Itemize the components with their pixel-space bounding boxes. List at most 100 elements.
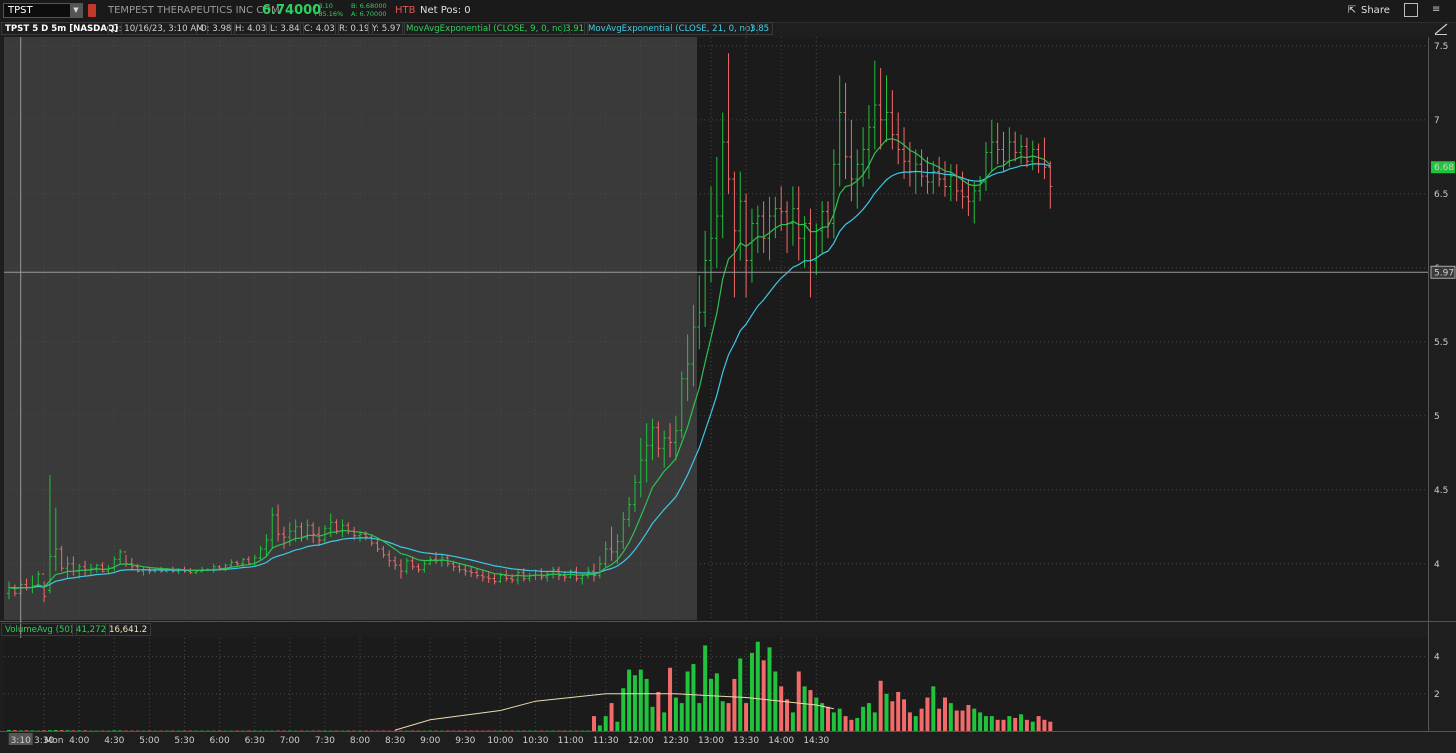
time-tick-label: 12:30 xyxy=(663,736,689,746)
volume-bar xyxy=(656,691,661,731)
time-tick-label: 13:00 xyxy=(698,736,724,746)
volume-bar xyxy=(796,671,801,731)
time-tick-label: 6:30 xyxy=(245,736,265,746)
volume-bar xyxy=(767,647,772,731)
volume-pane[interactable]: 24 xyxy=(4,638,1440,732)
volume-bar xyxy=(597,725,602,731)
volume-bar xyxy=(12,730,17,731)
volume-bar xyxy=(890,701,895,731)
volume-bar xyxy=(761,660,766,731)
volume-bar xyxy=(878,680,883,731)
crosshair-price-text: 5.97 xyxy=(1434,268,1454,278)
volume-bar xyxy=(785,699,790,731)
last-price-text: 6.68 xyxy=(1434,163,1454,173)
volume-bar xyxy=(1024,719,1029,731)
volume-bar xyxy=(703,645,708,731)
volume-bar xyxy=(948,703,953,731)
volume-bar xyxy=(790,712,795,731)
time-tick-label: 9:00 xyxy=(420,736,440,746)
time-tick-label: 7:30 xyxy=(315,736,335,746)
volume-bar xyxy=(714,673,719,731)
volume-bar xyxy=(720,701,725,731)
price-tick-label: 4 xyxy=(1434,560,1440,570)
volume-bar xyxy=(989,716,994,731)
price-tick-label: 7 xyxy=(1434,116,1440,126)
volume-bar xyxy=(855,717,860,731)
volume-bar xyxy=(118,730,123,731)
time-tick-label: 12:00 xyxy=(628,736,654,746)
volume-bar xyxy=(978,712,983,731)
volume-bar xyxy=(779,686,784,731)
volume-bar xyxy=(983,716,988,731)
volume-bar xyxy=(638,669,643,731)
time-tick-label: 6:00 xyxy=(209,736,229,746)
volume-bar xyxy=(621,688,626,731)
time-tick-label: 11:00 xyxy=(558,736,584,746)
volume-bar xyxy=(7,730,11,731)
time-tick-label: 8:00 xyxy=(350,736,370,746)
time-tick-label: 14:00 xyxy=(768,736,794,746)
time-tick-label: 7:00 xyxy=(280,736,300,746)
time-tick-label: 5:00 xyxy=(139,736,159,746)
volume-bar xyxy=(995,719,1000,731)
volume-bar xyxy=(831,712,836,731)
volume-bar xyxy=(972,708,977,731)
volume-bar xyxy=(755,641,760,731)
price-tick-label: 4.5 xyxy=(1434,486,1448,496)
volume-bar xyxy=(632,675,637,731)
time-tick-label: 5:30 xyxy=(174,736,194,746)
volume-bar xyxy=(872,712,877,731)
price-tick-label: 5.5 xyxy=(1434,338,1448,348)
volume-bar xyxy=(53,730,58,731)
volume-bar xyxy=(112,730,117,731)
volume-bar xyxy=(966,704,971,731)
volume-bar xyxy=(1019,714,1024,731)
volume-bar xyxy=(615,721,620,731)
volume-bar xyxy=(1030,721,1035,731)
volume-bar xyxy=(960,710,965,731)
premarket-shading xyxy=(4,37,697,620)
volume-bar xyxy=(650,706,655,731)
volume-bar xyxy=(691,664,696,731)
volume-bar xyxy=(47,730,52,731)
volume-bar xyxy=(1007,716,1012,731)
volume-bar xyxy=(826,706,830,731)
volume-bar xyxy=(808,690,813,731)
volume-bar xyxy=(71,730,76,731)
chart-canvas[interactable]: 44.555.566.577.55.976.68 24 3:304:004:30… xyxy=(0,0,1456,753)
volume-bar xyxy=(609,703,614,731)
volume-bar xyxy=(814,697,819,731)
volume-bar xyxy=(59,730,64,731)
volume-bar xyxy=(954,710,959,731)
time-tick-label: 11:30 xyxy=(593,736,619,746)
volume-bar xyxy=(744,703,749,731)
volume-bar xyxy=(931,686,936,731)
volume-bar xyxy=(837,708,842,731)
volume-study-label[interactable]: VolumeAvg (50) xyxy=(1,623,78,636)
volume-tick-label: 4 xyxy=(1434,653,1440,663)
volume-bar xyxy=(592,716,596,731)
time-tick-label: 4:00 xyxy=(69,736,89,746)
volume-bar xyxy=(83,730,88,731)
time-tick-label: 8:30 xyxy=(385,736,405,746)
volume-bar xyxy=(884,693,889,731)
volume-bar xyxy=(18,730,23,731)
volume-bar xyxy=(913,716,918,731)
volume-bar xyxy=(30,730,35,731)
volume-avg-value: 16,641.2 xyxy=(105,623,152,636)
volume-bar xyxy=(843,716,848,731)
volume-bar xyxy=(668,667,673,731)
volume-bar xyxy=(673,697,678,731)
volume-bar xyxy=(738,658,743,731)
time-tick-label: 13:30 xyxy=(733,736,759,746)
volume-bar xyxy=(709,678,713,731)
price-tick-label: 5 xyxy=(1434,412,1440,422)
volume-bar xyxy=(866,703,871,731)
price-tick-label: 6.5 xyxy=(1434,190,1448,200)
volume-bar xyxy=(644,678,649,731)
session-area xyxy=(697,37,1428,620)
volume-bar xyxy=(773,671,778,731)
time-tick-label: 14:30 xyxy=(803,736,829,746)
time-tick-label: 10:30 xyxy=(523,736,549,746)
volume-bar xyxy=(925,697,930,731)
